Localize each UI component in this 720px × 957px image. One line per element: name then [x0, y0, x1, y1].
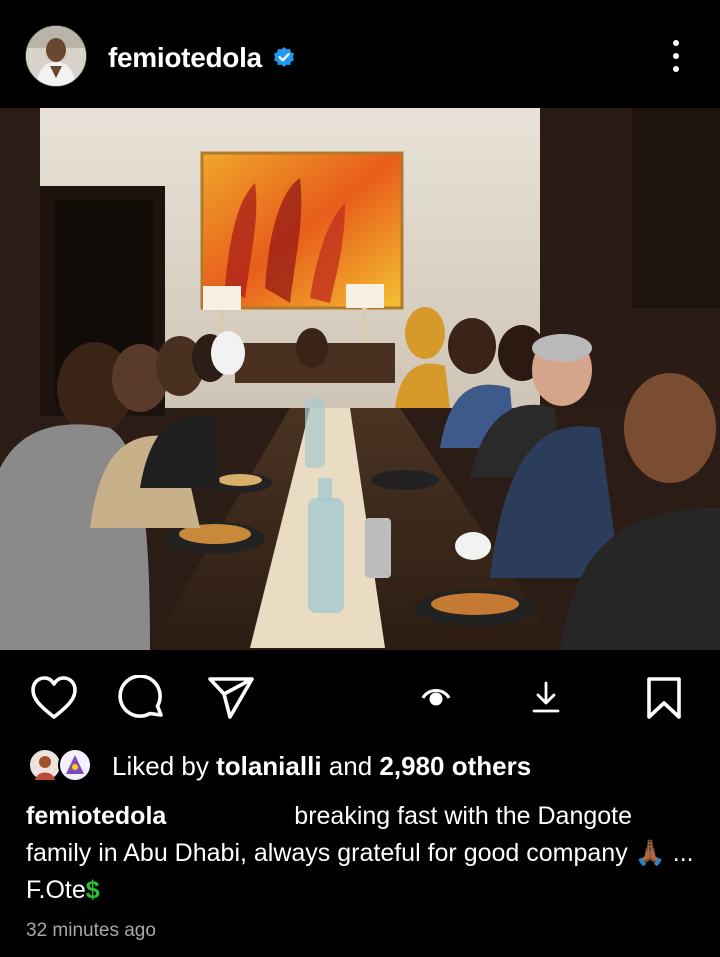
- likes-prefix: Liked by: [112, 750, 209, 781]
- more-vertical-icon[interactable]: [664, 36, 688, 76]
- dollar-emoji: $: [85, 876, 100, 904]
- liker-avatar: [58, 748, 92, 782]
- likes-others[interactable]: 2,980 others: [379, 751, 531, 782]
- pray-emoji: 🙏🏾: [634, 839, 666, 867]
- eye-icon[interactable]: [420, 682, 452, 712]
- dinner-photo[interactable]: [0, 108, 720, 650]
- post-timestamp: 32 minutes ago: [26, 920, 156, 941]
- verified-badge-icon: [274, 47, 294, 67]
- heart-icon[interactable]: [30, 675, 78, 721]
- liker-avatars: [28, 748, 98, 784]
- bookmark-icon[interactable]: [644, 675, 684, 721]
- action-bar: [0, 660, 720, 740]
- likes-liker[interactable]: tolanialli: [216, 751, 321, 782]
- post-username[interactable]: femiotedola: [108, 42, 262, 74]
- comment-icon[interactable]: [118, 675, 166, 723]
- post-caption: femiotedola breaking fast with the Dangot…: [26, 798, 696, 909]
- post-header: femiotedola: [0, 0, 720, 108]
- liker-avatar: [28, 748, 62, 782]
- likes-joiner: and: [328, 750, 373, 781]
- download-icon[interactable]: [530, 680, 562, 716]
- likes-summary[interactable]: Liked by tolanialli and 2,980 others: [28, 748, 531, 784]
- send-icon[interactable]: [206, 675, 256, 721]
- avatar[interactable]: [25, 25, 87, 87]
- caption-username[interactable]: femiotedola: [26, 802, 166, 830]
